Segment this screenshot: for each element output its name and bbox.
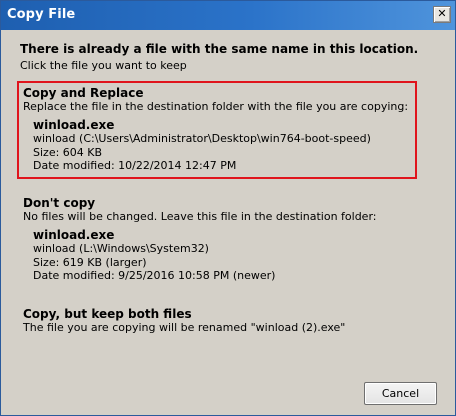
close-icon: ✕ [437, 7, 447, 20]
option-keep-both[interactable]: Copy, but keep both files The file you a… [19, 304, 415, 340]
conflict-heading: There is already a file with the same na… [20, 42, 419, 56]
option-dont-copy[interactable]: Don't copy No files will be changed. Lea… [19, 193, 415, 289]
file-location: winload (C:\Users\Administrator\Desktop\… [33, 132, 371, 145]
file-name: winload.exe [33, 228, 115, 242]
dialog-content: There is already a file with the same na… [1, 30, 455, 415]
file-date-modified: Date modified: 10/22/2014 12:47 PM [33, 159, 237, 172]
cancel-button[interactable]: Cancel [364, 382, 437, 405]
file-location: winload (L:\Windows\System32) [33, 242, 209, 255]
conflict-instruction: Click the file you want to keep [20, 59, 187, 72]
file-size: Size: 619 KB (larger) [33, 255, 147, 269]
option-title: Don't copy [23, 196, 96, 210]
copy-file-dialog: Copy File ✕ There is already a file with… [0, 0, 456, 416]
option-description: No files will be changed. Leave this fil… [23, 210, 377, 223]
option-description: Replace the file in the destination fold… [23, 100, 409, 113]
title-bar[interactable]: Copy File ✕ [1, 1, 455, 30]
file-size: Size: 604 KB [33, 145, 103, 159]
option-title: Copy and Replace [23, 86, 144, 100]
file-name: winload.exe [33, 118, 115, 132]
close-button[interactable]: ✕ [433, 6, 451, 23]
window-title: Copy File [7, 7, 76, 22]
option-copy-and-replace[interactable]: Copy and Replace Replace the file in the… [17, 81, 417, 179]
destination-file-info: winload.exe winload (L:\Windows\System32… [23, 228, 415, 283]
option-description: The file you are copying will be renamed… [23, 321, 346, 334]
source-file-info: winload.exe winload (C:\Users\Administra… [23, 118, 415, 173]
file-date-modified: Date modified: 9/25/2016 10:58 PM (newer… [33, 269, 276, 282]
option-title: Copy, but keep both files [23, 307, 192, 321]
